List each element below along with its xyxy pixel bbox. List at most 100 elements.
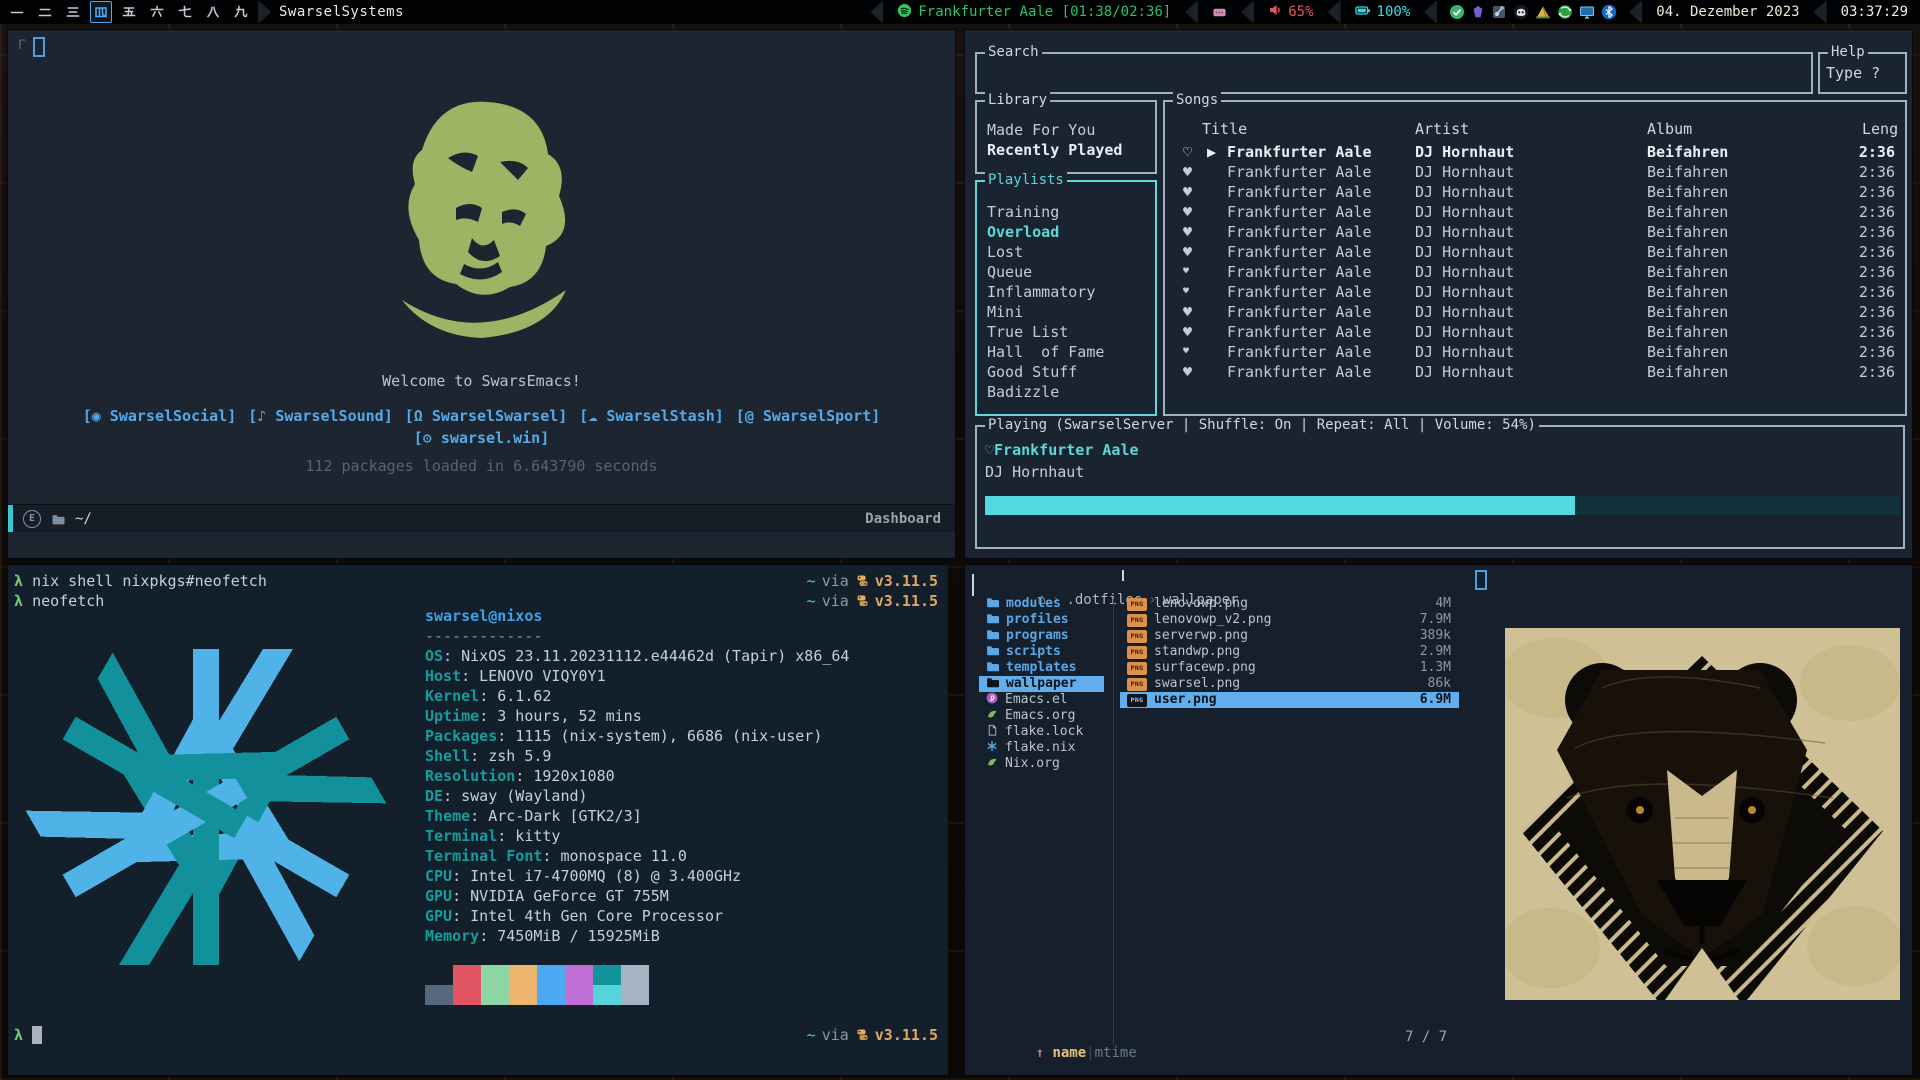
file-item-user.png[interactable]: PNGuser.png6.9M bbox=[1120, 692, 1459, 708]
neofetch-label: Theme bbox=[425, 807, 470, 825]
speaker-icon bbox=[1268, 3, 1282, 21]
terminal-cursor bbox=[32, 1026, 42, 1044]
palette-swatch bbox=[481, 985, 509, 1005]
song-row[interactable]: ♥Frankfurter AaleDJ HornhautBeifahren2:3… bbox=[1165, 182, 1905, 202]
workspace-6[interactable] bbox=[146, 1, 168, 23]
check-badge-tray-icon[interactable] bbox=[1449, 4, 1465, 20]
heart-icon[interactable]: ♥ bbox=[1183, 242, 1192, 262]
dir-item-flake.lock[interactable]: flake.lock bbox=[979, 724, 1104, 740]
file-position-indicator: 7 / 7 bbox=[1405, 1029, 1447, 1045]
syncthing-tray-icon[interactable] bbox=[1557, 4, 1573, 20]
dashboard-button-swarselsport[interactable]: [@ SwarselSport] bbox=[736, 407, 881, 425]
file-item-serverwp.png[interactable]: PNGserverwp.png389k bbox=[1120, 628, 1459, 644]
heart-icon[interactable]: ♥ bbox=[1183, 182, 1192, 202]
search-box[interactable]: Search bbox=[975, 52, 1813, 94]
song-row[interactable]: ♡▶Frankfurter AaleDJ HornhautBeifahren2:… bbox=[1165, 142, 1905, 162]
song-row[interactable]: ♥Frankfurter AaleDJ HornhautBeifahren2:3… bbox=[1165, 342, 1905, 362]
dir-item-programs[interactable]: programs bbox=[979, 628, 1104, 644]
file-item-standwp.png[interactable]: PNGstandwp.png2.9M bbox=[1120, 644, 1459, 660]
song-row[interactable]: ♥Frankfurter AaleDJ HornhautBeifahren2:3… bbox=[1165, 282, 1905, 302]
bluetooth-tray-icon[interactable] bbox=[1601, 4, 1617, 20]
dashboard-button-swarsel.win[interactable]: [⚙ swarsel.win] bbox=[414, 429, 549, 447]
heart-icon[interactable]: ♥ bbox=[1183, 342, 1189, 362]
dashboard-button-swarselswarsel[interactable]: [Ω SwarselSwarsel] bbox=[405, 407, 568, 425]
heart-icon[interactable]: ♥ bbox=[1183, 262, 1189, 282]
dir-item-profiles[interactable]: profiles bbox=[979, 612, 1104, 628]
neofetch-entry-de: DE: sway (Wayland) bbox=[425, 786, 849, 806]
neofetch-value: : LENOVO VIQY0Y1 bbox=[461, 667, 606, 685]
neofetch-value: : NixOS 23.11.20231112.e44462d (Tapir) x… bbox=[443, 647, 849, 665]
powerline-separator bbox=[1328, 0, 1341, 24]
sort-status[interactable]: ↑ name|mtime bbox=[985, 1029, 1137, 1077]
package-manager-tray-icon[interactable] bbox=[1491, 4, 1507, 20]
breadcrumb[interactable]: ⌂›.dotfiles›wallpaper bbox=[987, 573, 1239, 591]
dashboard-button-swarselstash[interactable]: [☁ SwarselStash] bbox=[579, 407, 724, 425]
song-row[interactable]: ♥Frankfurter AaleDJ HornhautBeifahren2:3… bbox=[1165, 202, 1905, 222]
file-item-surfacewp.png[interactable]: PNGsurfacewp.png1.3M bbox=[1120, 660, 1459, 676]
song-row[interactable]: ♥Frankfurter AaleDJ HornhautBeifahren2:3… bbox=[1165, 362, 1905, 382]
dir-item-Emacs.el[interactable]: Emacs.el bbox=[979, 692, 1104, 708]
keyboard-indicator[interactable] bbox=[1204, 0, 1235, 24]
playlist-item-queue[interactable]: Queue bbox=[987, 262, 1032, 282]
heart-icon[interactable]: ♥ bbox=[1183, 202, 1192, 222]
workspace-2[interactable] bbox=[34, 1, 56, 23]
playlist-item-hall-of-fame[interactable]: Hall of Fame bbox=[987, 342, 1104, 362]
playlist-item-lost[interactable]: Lost bbox=[987, 242, 1023, 262]
battery-widget[interactable]: 100% bbox=[1347, 0, 1419, 24]
heart-icon[interactable]: ♥ bbox=[1183, 282, 1189, 302]
seek-bar[interactable] bbox=[985, 496, 1899, 515]
workspace-8[interactable] bbox=[202, 1, 224, 23]
volume-widget[interactable]: 65% bbox=[1260, 0, 1321, 24]
workspace-3[interactable] bbox=[62, 1, 84, 23]
playlist-item-mini[interactable]: Mini bbox=[987, 302, 1023, 322]
heart-icon[interactable]: ♥ bbox=[1183, 222, 1192, 242]
library-item-made-for-you[interactable]: Made For You bbox=[987, 120, 1095, 140]
song-row[interactable]: ♥Frankfurter AaleDJ HornhautBeifahren2:3… bbox=[1165, 162, 1905, 182]
file-item-swarsel.png[interactable]: PNGswarsel.png86k bbox=[1120, 676, 1459, 692]
workspace-4[interactable] bbox=[90, 1, 112, 23]
playlist-item-training[interactable]: Training bbox=[987, 202, 1059, 222]
discord-tray-icon[interactable] bbox=[1513, 4, 1529, 20]
file-item-lenovowp.png[interactable]: PNGlenovowp.png4M bbox=[1120, 596, 1459, 612]
shield-tray-icon[interactable] bbox=[1471, 4, 1485, 20]
song-row[interactable]: ♥Frankfurter AaleDJ HornhautBeifahren2:3… bbox=[1165, 322, 1905, 342]
song-row[interactable]: ♥Frankfurter AaleDJ HornhautBeifahren2:3… bbox=[1165, 302, 1905, 322]
dashboard-button-swarselsound[interactable]: [♪ SwarselSound] bbox=[248, 407, 393, 425]
display-tray-icon[interactable] bbox=[1579, 4, 1595, 20]
playlist-item-inflammatory[interactable]: Inflammatory bbox=[987, 282, 1095, 302]
song-row[interactable]: ♥Frankfurter AaleDJ HornhautBeifahren2:3… bbox=[1165, 262, 1905, 282]
song-row[interactable]: ♥Frankfurter AaleDJ HornhautBeifahren2:3… bbox=[1165, 242, 1905, 262]
heart-outline-icon[interactable]: ♡ bbox=[1183, 142, 1192, 162]
playlist-item-overload[interactable]: Overload bbox=[987, 222, 1059, 242]
dir-item-flake.nix[interactable]: flake.nix bbox=[979, 740, 1104, 756]
heart-icon[interactable]: ♥ bbox=[1183, 302, 1192, 322]
file-item-lenovowp_v2.png[interactable]: PNGlenovowp_v2.png7.9M bbox=[1120, 612, 1459, 628]
library-item-recently-played[interactable]: Recently Played bbox=[987, 140, 1122, 160]
heart-icon[interactable]: ♥ bbox=[1183, 162, 1192, 182]
dir-item-wallpaper[interactable]: wallpaper bbox=[979, 676, 1104, 692]
playlist-item-badizzle[interactable]: Badizzle bbox=[987, 382, 1059, 402]
now-playing-widget[interactable]: Frankfurter Aale [01:38/02:36] bbox=[889, 0, 1179, 24]
system-tray bbox=[1443, 4, 1623, 20]
heart-icon[interactable]: ♥ bbox=[1183, 362, 1192, 382]
dir-item-templates[interactable]: templates bbox=[979, 660, 1104, 676]
dir-item-Emacs.org[interactable]: Emacs.org bbox=[979, 708, 1104, 724]
playlist-item-true-list[interactable]: True List bbox=[987, 322, 1068, 342]
dashboard-button-swarselsocial[interactable]: [◉ SwarselSocial] bbox=[83, 407, 237, 425]
workspace-5[interactable] bbox=[118, 1, 140, 23]
song-row[interactable]: ♥Frankfurter AaleDJ HornhautBeifahren2:3… bbox=[1165, 222, 1905, 242]
playlist-item-good-stuff[interactable]: Good Stuff bbox=[987, 362, 1077, 382]
dir-item-Nix.org[interactable]: Nix.org bbox=[979, 756, 1104, 772]
battery-level: 100% bbox=[1377, 4, 1411, 20]
heart-icon[interactable]: ♥ bbox=[1183, 322, 1192, 342]
library-panel: Library Made For YouRecently Played bbox=[975, 100, 1157, 174]
song-length: 2:36 bbox=[1859, 142, 1895, 162]
dir-item-scripts[interactable]: scripts bbox=[979, 644, 1104, 660]
vpn-tent-tray-icon[interactable] bbox=[1535, 4, 1551, 20]
workspace-9[interactable] bbox=[230, 1, 252, 23]
neofetch-label: Host bbox=[425, 667, 461, 685]
folder-icon bbox=[986, 676, 999, 693]
dir-item-modules[interactable]: modules bbox=[979, 596, 1104, 612]
workspace-7[interactable] bbox=[174, 1, 196, 23]
workspace-1[interactable] bbox=[6, 1, 28, 23]
